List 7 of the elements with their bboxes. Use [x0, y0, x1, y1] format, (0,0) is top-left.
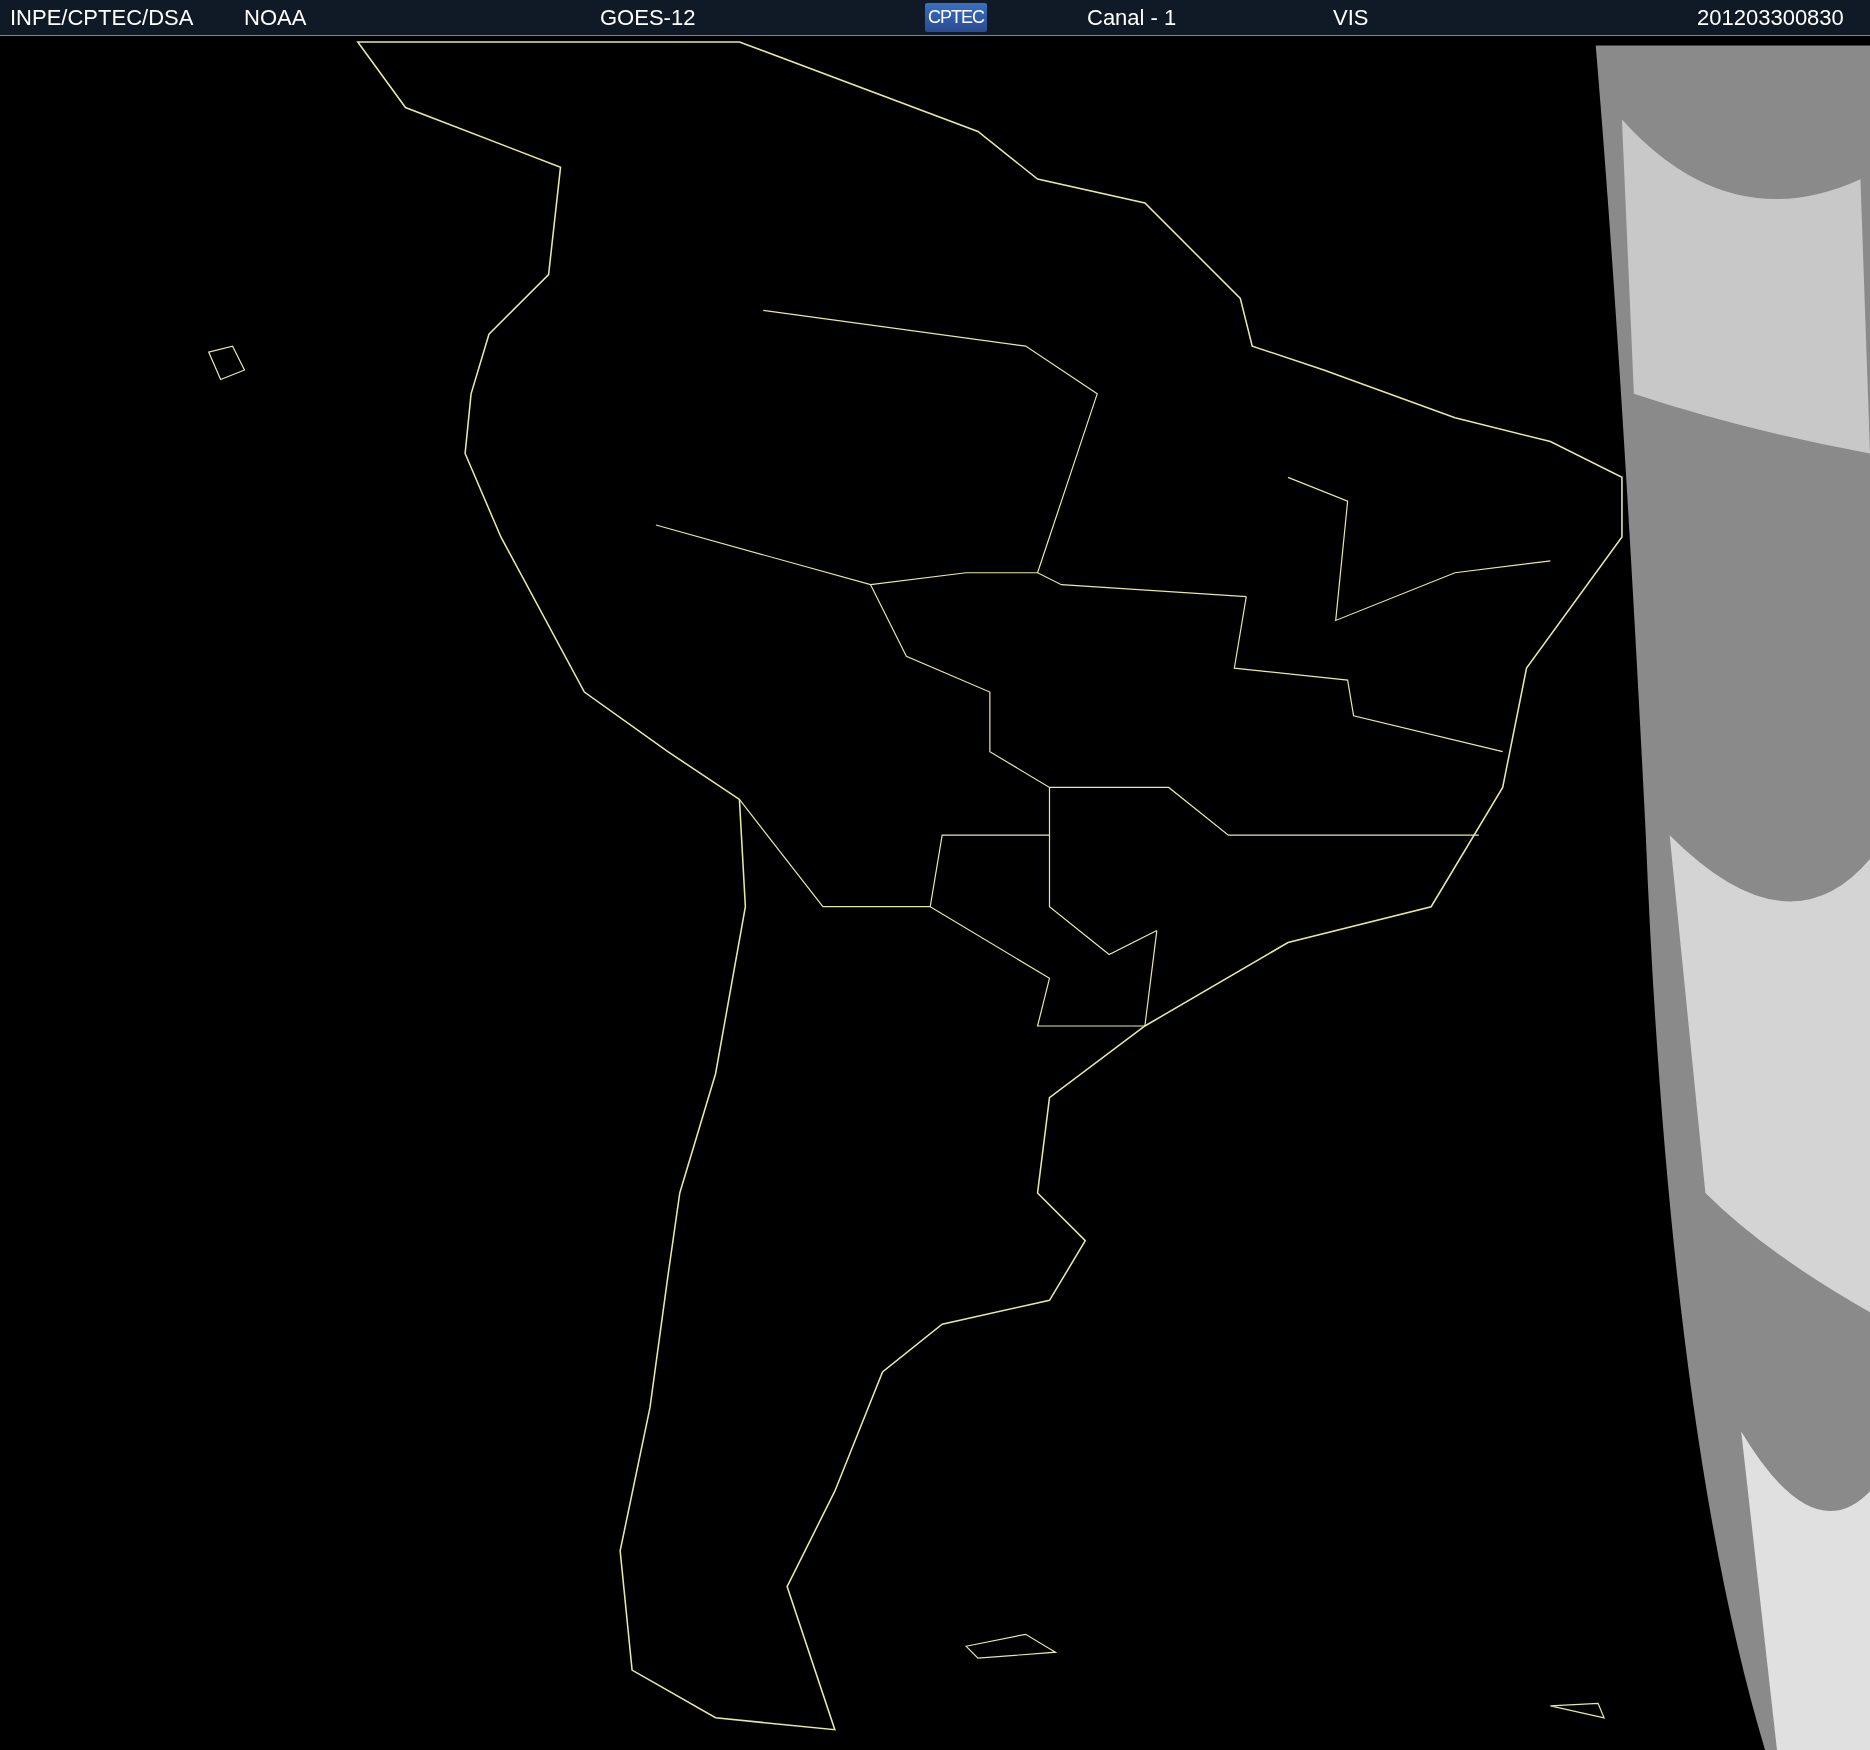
header-label: INPE/CPTEC/DSA	[10, 4, 194, 31]
header-label: 201203300830	[1697, 4, 1844, 31]
header-label: GOES-12	[600, 4, 696, 31]
header-label: Canal - 1	[1087, 4, 1177, 31]
logo: CPTEC	[925, 3, 987, 32]
header-label: VIS	[1333, 4, 1369, 31]
header-label: NOAA	[244, 4, 307, 31]
